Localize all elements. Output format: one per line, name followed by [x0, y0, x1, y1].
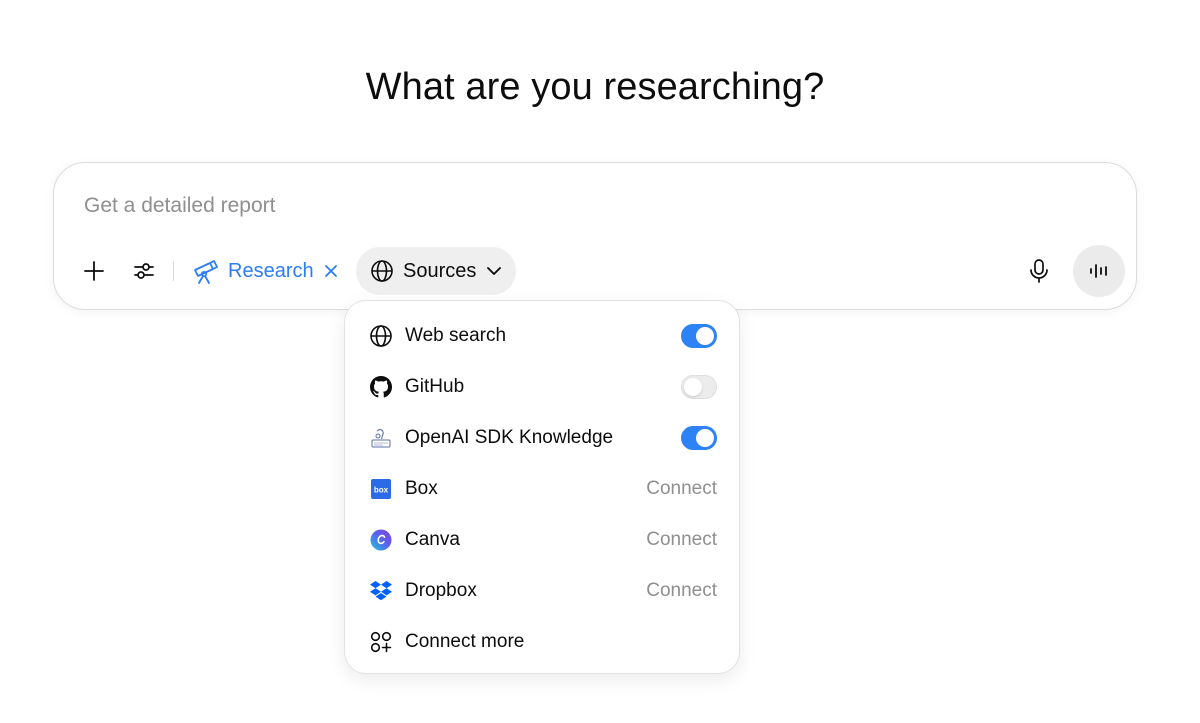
audio-waveform-icon	[1090, 264, 1107, 278]
toolbar-divider	[173, 261, 174, 281]
source-label: Dropbox	[405, 580, 477, 601]
knowledge-icon	[369, 426, 393, 450]
microphone-icon	[1030, 259, 1048, 283]
globe-icon	[369, 324, 393, 348]
dropbox-connect-button[interactable]: Connect	[646, 580, 717, 602]
source-web-search[interactable]: Web search	[345, 311, 739, 361]
source-github[interactable]: GitHub	[345, 362, 739, 412]
dropbox-icon	[369, 579, 393, 603]
page-title: What are you researching?	[365, 66, 825, 108]
canva-icon	[369, 528, 393, 552]
chevron-down-icon	[487, 267, 502, 275]
web-search-toggle[interactable]	[681, 324, 717, 348]
source-openai-sdk-knowledge[interactable]: OpenAI SDK Knowledge	[345, 413, 739, 463]
source-label: Canva	[405, 529, 460, 550]
source-label: Connect more	[405, 631, 525, 652]
prompt-composer: Research Sources	[53, 162, 1137, 310]
sources-menu: Web search GitHub OpenAI SDK Knowledge b…	[344, 300, 740, 674]
source-label: Web search	[405, 325, 507, 346]
source-label: Box	[405, 478, 438, 499]
plus-icon	[84, 261, 104, 281]
telescope-icon	[194, 260, 218, 284]
box-icon: box	[369, 477, 393, 501]
apps-plus-icon	[369, 630, 393, 654]
canva-connect-button[interactable]: Connect	[646, 529, 717, 551]
close-icon	[324, 265, 337, 277]
source-box[interactable]: box Box Connect	[345, 464, 739, 514]
dictate-button[interactable]	[1021, 253, 1057, 289]
svg-text:box: box	[374, 486, 389, 495]
remove-research-button[interactable]	[324, 264, 338, 278]
globe-icon	[371, 260, 393, 282]
sources-dropdown-button[interactable]: Sources	[356, 247, 517, 295]
research-mode-pill[interactable]: Research	[192, 251, 338, 291]
sliders-icon	[134, 263, 154, 279]
source-label: OpenAI SDK Knowledge	[405, 427, 614, 448]
source-label: GitHub	[405, 376, 465, 397]
voice-mode-button[interactable]	[1073, 245, 1125, 297]
github-toggle[interactable]	[681, 375, 717, 399]
sources-label: Sources	[403, 259, 477, 282]
connect-more-item[interactable]: Connect more	[345, 617, 739, 667]
box-connect-button[interactable]: Connect	[646, 478, 717, 500]
prompt-input[interactable]	[84, 189, 984, 223]
openai-sdk-knowledge-toggle[interactable]	[681, 426, 717, 450]
tools-button[interactable]	[126, 253, 162, 289]
source-dropbox[interactable]: Dropbox Connect	[345, 566, 739, 616]
research-mode-label: Research	[228, 259, 314, 282]
source-canva[interactable]: Canva Connect	[345, 515, 739, 565]
add-attachment-button[interactable]	[76, 253, 112, 289]
github-icon	[369, 375, 393, 399]
